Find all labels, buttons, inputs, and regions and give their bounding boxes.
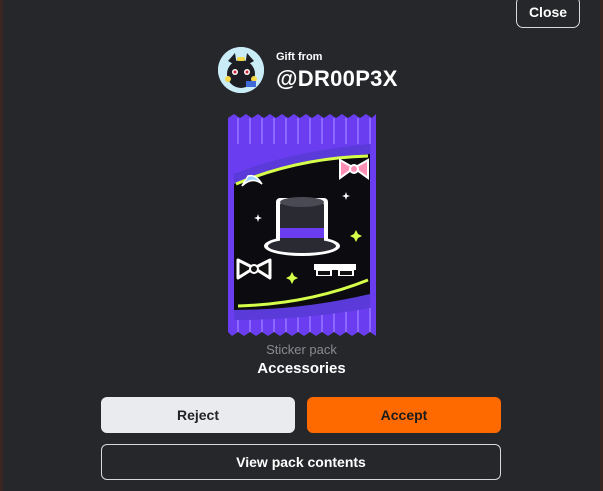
- gift-modal: Close Gift from @DR00P3X Sticker pack Ac…: [0, 0, 603, 491]
- reject-button[interactable]: Reject: [101, 397, 295, 433]
- avatar: [218, 47, 264, 93]
- umbreon-avatar-icon: [218, 47, 264, 93]
- sender-username: @DR00P3X: [276, 66, 398, 91]
- sticker-pack-icon: [228, 114, 376, 336]
- view-pack-contents-button[interactable]: View pack contents: [101, 444, 501, 480]
- pack-name: Accessories: [257, 360, 346, 377]
- sticker-pack-image: [228, 114, 376, 336]
- close-button[interactable]: Close: [516, 0, 580, 28]
- gift-from-label: Gift from: [276, 51, 323, 63]
- backdrop-left-edge: [0, 0, 3, 491]
- accept-button[interactable]: Accept: [307, 397, 501, 433]
- pack-type-label: Sticker pack: [266, 342, 337, 357]
